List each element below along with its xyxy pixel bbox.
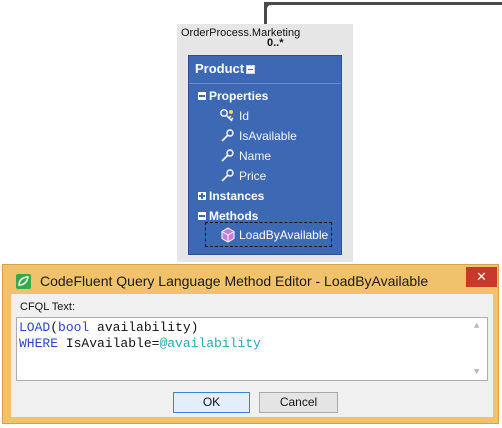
cfql-method-editor-dialog: CodeFluent Query Language Method Editor … — [2, 264, 499, 424]
section-instances[interactable]: Instances — [209, 189, 264, 203]
code-keyword-load: LOAD — [19, 320, 51, 335]
property-icon — [221, 169, 234, 182]
method-item-loadbyavailable[interactable]: LoadByAvailable — [205, 222, 332, 247]
close-button[interactable]: ✕ — [466, 267, 497, 287]
property-item-name[interactable]: Name — [239, 149, 271, 163]
section-methods[interactable]: Methods — [209, 209, 258, 223]
key-property-icon — [220, 109, 234, 122]
instances-expand-icon[interactable] — [198, 192, 206, 200]
dialog-title: CodeFluent Query Language Method Editor … — [40, 273, 429, 289]
code-parameter: @availability — [159, 336, 261, 351]
editor-scrollbar[interactable]: ▲ ▼ — [471, 318, 487, 380]
ok-button[interactable]: OK — [173, 392, 250, 413]
code-line-2: WHERE IsAvailable=@availability — [19, 336, 261, 351]
code-paren: ( — [50, 320, 59, 335]
multiplicity-label: 0..* — [267, 37, 284, 49]
entity-title-divider — [189, 83, 341, 84]
property-icon — [221, 129, 234, 142]
cancel-button[interactable]: Cancel — [259, 392, 338, 413]
method-label: LoadByAvailable — [239, 228, 329, 242]
cfql-text-label: CFQL Text: — [20, 301, 76, 313]
entity-collapse-icon[interactable] — [246, 65, 255, 74]
section-properties[interactable]: Properties — [209, 89, 268, 103]
code-condition: IsAvailable= — [58, 336, 160, 351]
scroll-down-icon[interactable]: ▼ — [474, 367, 479, 377]
code-type-bool: bool — [58, 320, 90, 335]
method-cube-icon — [221, 227, 235, 243]
association-line-horizontal — [264, 2, 502, 5]
property-item-price[interactable]: Price — [239, 169, 266, 183]
code-keyword-where: WHERE — [19, 336, 59, 351]
code-param-decl: availability) — [89, 320, 199, 335]
scroll-up-icon[interactable]: ▲ — [474, 321, 479, 331]
property-item-id[interactable]: Id — [239, 109, 249, 123]
dialog-body: CFQL Text: LOAD(bool availability) WHERE… — [11, 294, 493, 417]
property-item-isavailable[interactable]: IsAvailable — [239, 129, 297, 143]
app-icon — [16, 274, 31, 289]
properties-collapse-icon[interactable] — [198, 92, 206, 100]
cfql-editor[interactable]: LOAD(bool availability) WHERE IsAvailabl… — [16, 317, 488, 381]
methods-collapse-icon[interactable] — [198, 212, 206, 220]
association-line-corner — [264, 2, 274, 12]
property-icon — [221, 149, 234, 162]
code-line-1: LOAD(bool availability) — [19, 320, 198, 335]
entity-title: Product — [195, 61, 245, 76]
